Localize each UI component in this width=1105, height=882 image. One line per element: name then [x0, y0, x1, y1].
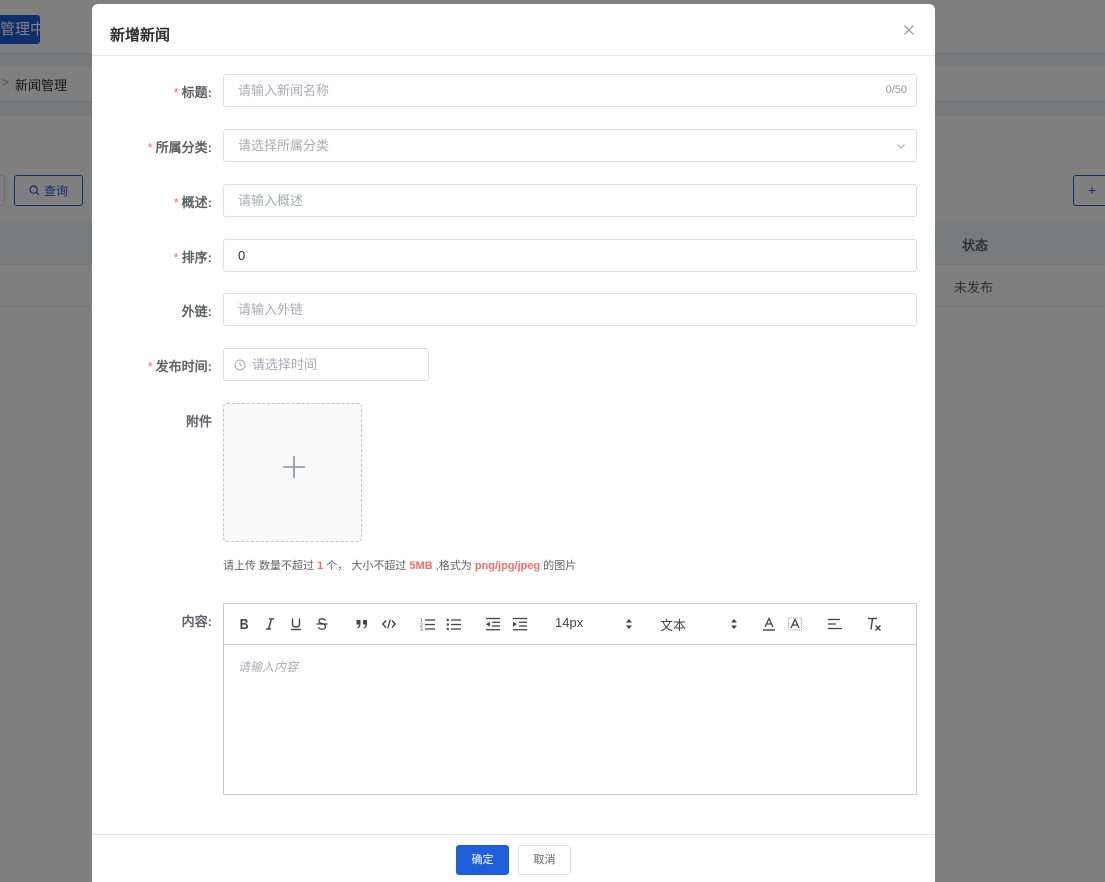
indent-icon[interactable]	[512, 615, 528, 633]
required-mark: *	[173, 85, 179, 100]
upload-tip: 请上传 数量不超过 1 个， 大小不超过 5MB ,格式为 png/jpg/jp…	[223, 560, 577, 572]
cancel-button[interactable]: 取消	[518, 845, 571, 875]
editor-content-area[interactable]: 请输入内容	[224, 645, 916, 794]
underline-icon[interactable]	[288, 615, 304, 633]
title-input-placeholder: 请输入新闻名称	[238, 83, 330, 98]
align-left-icon[interactable]	[827, 615, 843, 633]
sort-label: * 排序:	[173, 250, 212, 265]
required-mark: *	[147, 140, 153, 155]
summary-input[interactable]: 请输入概述	[223, 184, 917, 217]
svg-text:3: 3	[420, 627, 423, 631]
outdent-icon[interactable]	[485, 615, 501, 633]
plus-icon	[283, 456, 305, 478]
category-label: * 所属分类:	[147, 140, 212, 155]
publish-time-placeholder: 请选择时间	[252, 357, 318, 372]
ordered-list-icon[interactable]: 123	[420, 615, 436, 633]
bold-icon[interactable]	[236, 615, 252, 633]
clear-format-icon[interactable]	[866, 615, 882, 633]
attachment-label: 附件	[185, 414, 212, 429]
confirm-button[interactable]: 确定	[456, 845, 509, 875]
category-select-placeholder: 请选择所属分类	[238, 138, 330, 153]
bullet-list-icon[interactable]	[446, 615, 462, 633]
blockquote-icon[interactable]	[354, 615, 370, 633]
dialog-title: 新增新闻	[110, 27, 171, 44]
dialog-footer: 确定 取消	[92, 834, 935, 882]
font-color-icon[interactable]	[761, 615, 777, 633]
sort-arrows-icon	[626, 619, 632, 629]
sort-input-value: 0	[238, 248, 246, 263]
required-mark: *	[147, 359, 153, 374]
publish-time-picker[interactable]: 请选择时间	[223, 348, 429, 381]
dialog-header: 新增新闻	[92, 4, 935, 56]
block-type-select[interactable]: 文本	[660, 615, 740, 633]
strikethrough-icon[interactable]	[314, 615, 330, 633]
chevron-down-icon	[897, 144, 905, 149]
rich-text-editor: 123 14px 文本 请输入内容	[223, 603, 917, 795]
publish-time-label: * 发布时间:	[147, 359, 212, 374]
title-input[interactable]: 请输入新闻名称 0/50	[223, 74, 917, 107]
font-size-select[interactable]: 14px	[555, 615, 635, 633]
link-input-placeholder: 请输入外链	[238, 302, 304, 317]
title-label: * 标题:	[173, 85, 212, 100]
block-type-value: 文本	[660, 618, 687, 633]
title-char-counter: 0/50	[885, 84, 907, 96]
clock-icon	[234, 359, 246, 371]
required-mark: *	[173, 195, 179, 210]
sort-input[interactable]: 0	[223, 239, 917, 272]
summary-input-placeholder: 请输入概述	[238, 193, 304, 208]
add-news-dialog: 新增新闻 * 标题: 请输入新闻名称 0/50 * 所属分类: 请选择所属分类 * 概…	[92, 4, 935, 882]
content-label: 内容:	[181, 614, 212, 629]
image-upload-area[interactable]	[223, 403, 362, 542]
sort-arrows-icon	[731, 619, 737, 629]
required-mark: *	[173, 250, 179, 265]
close-icon[interactable]	[901, 22, 917, 38]
font-size-value: 14px	[555, 615, 584, 630]
editor-toolbar: 123 14px 文本	[224, 604, 916, 645]
italic-icon[interactable]	[262, 615, 278, 633]
link-input[interactable]: 请输入外链	[223, 293, 917, 326]
link-label: 外链:	[181, 304, 212, 319]
category-select[interactable]: 请选择所属分类	[223, 129, 917, 162]
background-color-icon[interactable]	[787, 615, 803, 633]
code-icon[interactable]	[380, 615, 398, 633]
editor-placeholder: 请输入内容	[238, 660, 299, 674]
summary-label: * 概述:	[173, 195, 212, 210]
